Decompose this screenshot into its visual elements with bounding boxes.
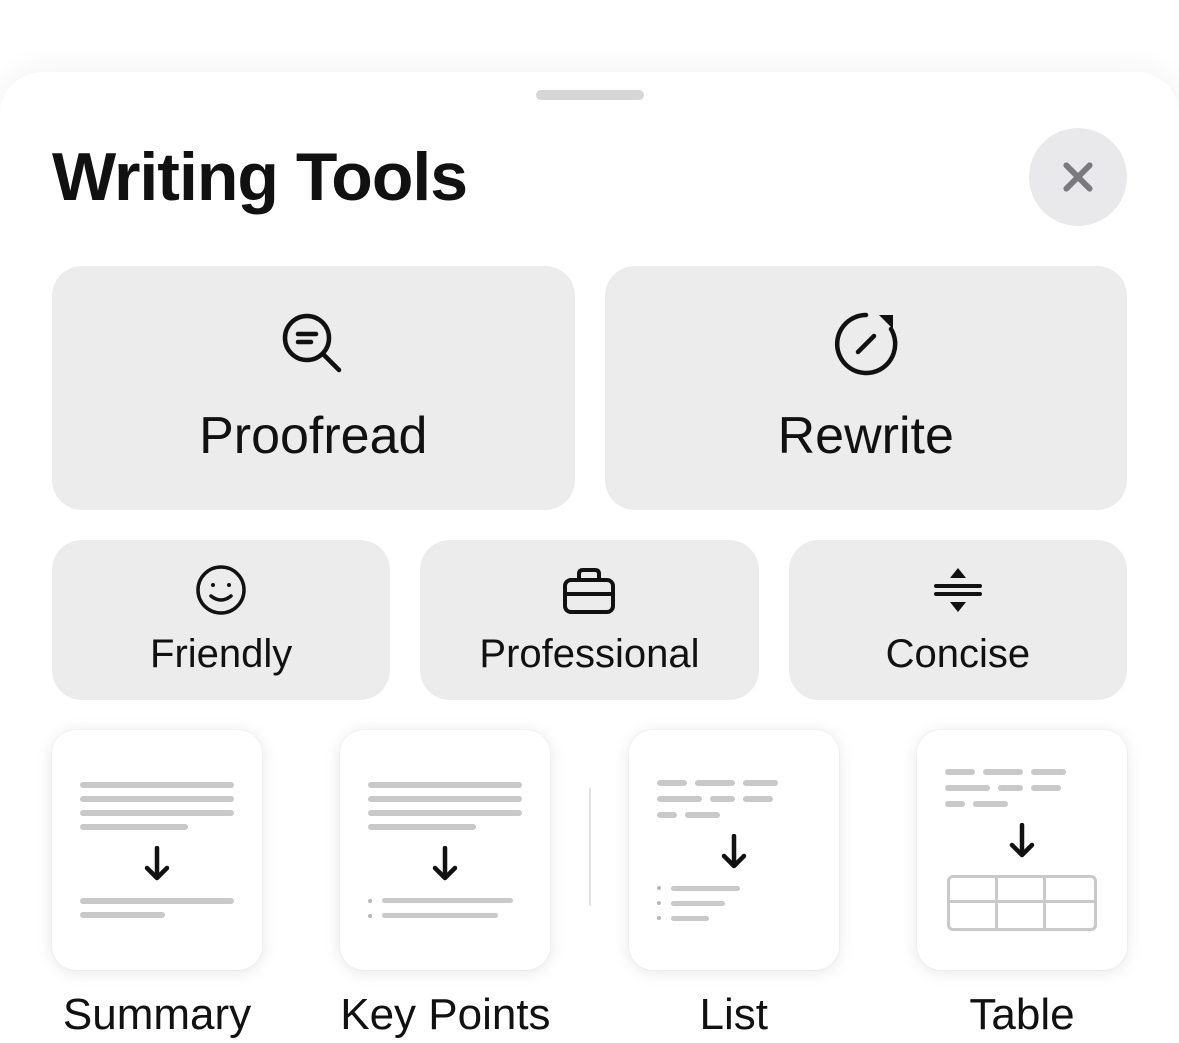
close-icon <box>1058 157 1098 197</box>
bullet-lines-icon <box>368 898 522 918</box>
transform-divider <box>589 788 591 906</box>
list-bullets-icon <box>657 886 811 921</box>
table-card <box>917 730 1127 970</box>
rewrite-button[interactable]: Rewrite <box>605 266 1128 510</box>
proofread-button[interactable]: Proofread <box>52 266 575 510</box>
friendly-label: Friendly <box>150 632 292 677</box>
proofread-label: Proofread <box>199 406 427 466</box>
list-card <box>629 730 839 970</box>
arrow-down-icon <box>720 834 748 870</box>
sheet-grabber[interactable] <box>536 90 644 100</box>
close-button[interactable] <box>1029 128 1127 226</box>
table-label: Table <box>969 990 1074 1040</box>
keypoints-label: Key Points <box>340 990 550 1040</box>
writing-tools-sheet: Writing Tools Proofread <box>0 72 1179 1043</box>
arrow-down-icon <box>143 846 171 882</box>
sheet-title: Writing Tools <box>52 138 467 216</box>
friendly-icon <box>195 564 247 616</box>
main-actions-row: Proofread Rewrite <box>52 266 1127 510</box>
arrow-down-icon <box>1008 823 1036 859</box>
professional-button[interactable]: Professional <box>420 540 758 700</box>
proofread-icon <box>279 310 347 378</box>
text-lines-icon <box>368 782 522 830</box>
tone-row: Friendly Professional <box>52 540 1127 700</box>
dash-lines-icon <box>657 780 811 818</box>
table-icon <box>947 875 1097 931</box>
arrow-down-icon <box>431 846 459 882</box>
rewrite-label: Rewrite <box>778 406 954 466</box>
summary-card <box>52 730 262 970</box>
list-label: List <box>700 990 768 1040</box>
summary-label: Summary <box>63 990 251 1040</box>
friendly-button[interactable]: Friendly <box>52 540 390 700</box>
summary-button[interactable]: Summary <box>52 730 262 1040</box>
dash-lines-icon <box>945 769 1099 807</box>
table-button[interactable]: Table <box>917 730 1127 1040</box>
concise-button[interactable]: Concise <box>789 540 1127 700</box>
keypoints-button[interactable]: Key Points <box>340 730 550 1040</box>
result-lines-icon <box>80 898 234 918</box>
keypoints-card <box>340 730 550 970</box>
sheet-header: Writing Tools <box>0 100 1179 226</box>
concise-label: Concise <box>886 632 1031 677</box>
sheet-content: Proofread Rewrite <box>0 226 1179 1040</box>
professional-icon <box>559 564 619 616</box>
transform-row: Summary <box>52 730 1127 1040</box>
text-lines-icon <box>80 782 234 830</box>
list-button[interactable]: List <box>629 730 839 1040</box>
concise-icon <box>930 564 986 616</box>
rewrite-icon <box>831 310 901 378</box>
professional-label: Professional <box>479 632 699 677</box>
